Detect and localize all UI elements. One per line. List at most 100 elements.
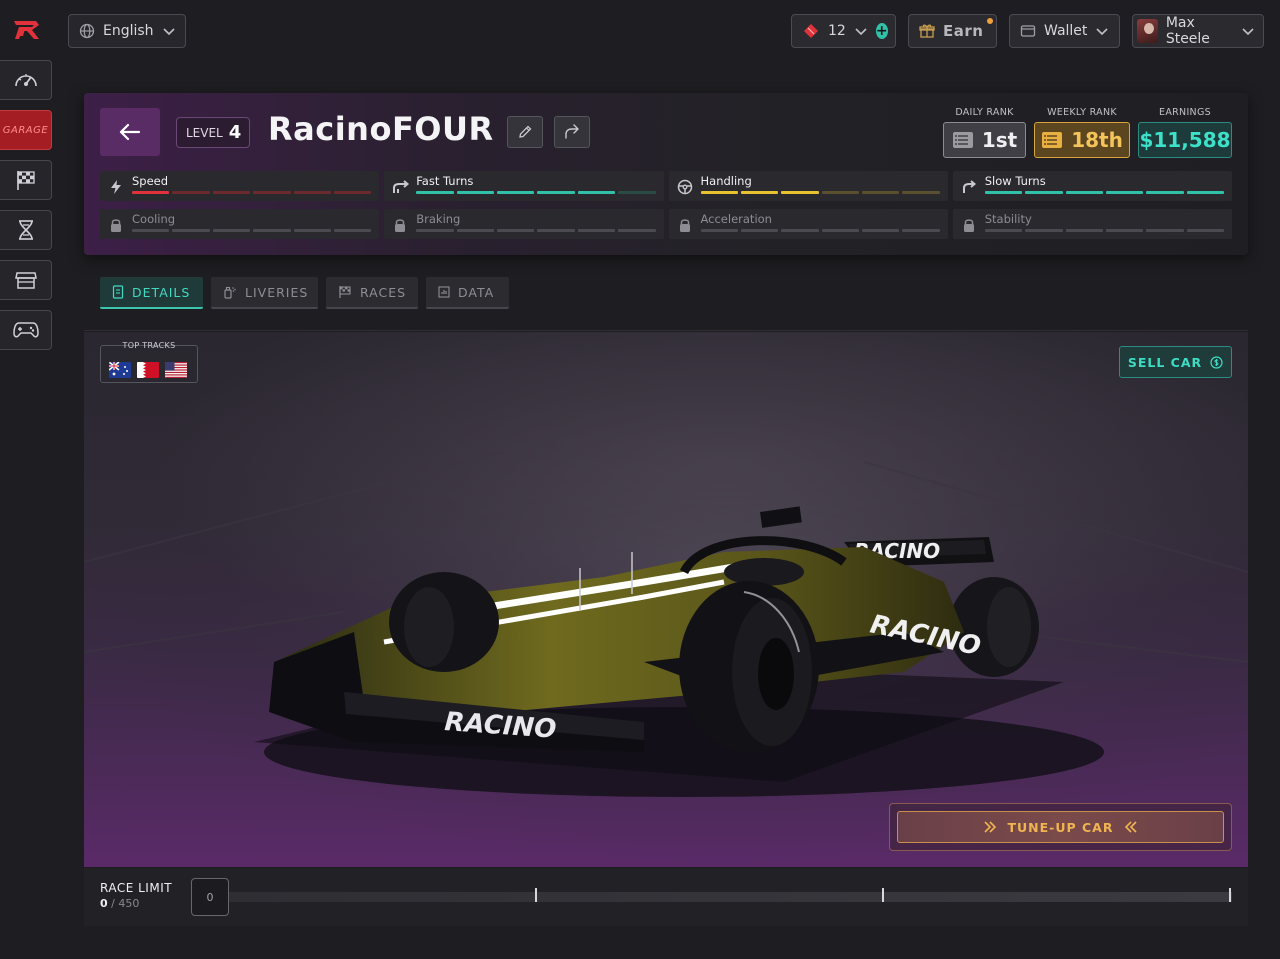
daily-rank-box: 1st: [943, 122, 1026, 158]
side-nav: GARAGE: [0, 60, 52, 350]
nav-item-garage[interactable]: GARAGE: [0, 110, 52, 150]
chevron-down-icon: [1095, 26, 1109, 36]
stat-bar-segment: [456, 191, 494, 194]
globe-icon: [79, 23, 95, 39]
user-menu[interactable]: Max Steele: [1132, 14, 1264, 48]
chevron-down-icon: [1241, 26, 1255, 36]
tab-details-label: DETAILS: [132, 284, 191, 300]
stat-bar-segment: [456, 229, 494, 232]
stat-bar-segment: [781, 191, 819, 194]
checkered-flag-icon: [15, 169, 37, 191]
double-chevron-left-icon: [1124, 821, 1138, 833]
tab-races[interactable]: RACES: [326, 277, 418, 309]
gift-icon: [919, 23, 935, 39]
stat-name: Speed: [132, 174, 169, 188]
nav-item-races[interactable]: [0, 160, 52, 200]
car-stats: Speed Fast Turns Handling Slow Turns Cooling…: [100, 171, 1232, 239]
stat-name: Slow Turns: [984, 174, 1046, 188]
stat-bar-segment: [172, 229, 210, 232]
dna-icon: [16, 219, 36, 241]
tab-liveries[interactable]: LIVERIES: [211, 277, 318, 309]
top-tracks-label: TOP TRACKS: [122, 341, 176, 350]
stat-bar-segment: [577, 229, 616, 232]
back-button[interactable]: [100, 108, 160, 156]
stat-bar-segment: [212, 191, 251, 194]
wallet-label: Wallet: [1044, 23, 1088, 39]
stat-stability: Stability: [952, 209, 1232, 239]
stat-bar: [700, 191, 940, 194]
share-car-button[interactable]: [554, 116, 590, 148]
race-limit-slider-handle[interactable]: 0: [191, 878, 229, 916]
stat-bar-segment: [293, 229, 331, 232]
stat-bar-segment: [253, 229, 291, 232]
stat-bar-segment: [1146, 229, 1184, 232]
chevron-down-icon: [854, 26, 868, 36]
tune-up-car-button[interactable]: TUNE-UP CAR: [897, 811, 1224, 843]
stat-bar-segment: [1105, 229, 1144, 232]
stat-bar-segment: [781, 229, 819, 232]
tab-details[interactable]: DETAILS: [100, 277, 203, 309]
stat-bar-segment: [740, 191, 779, 194]
wallet-dropdown[interactable]: Wallet: [1009, 14, 1120, 48]
rename-car-button[interactable]: [507, 116, 543, 148]
stat-cooling: Cooling: [100, 209, 380, 239]
earnings: EARNINGS $11,588: [1138, 107, 1232, 158]
level-badge: LEVEL 4: [176, 117, 250, 148]
nav-item-marketplace[interactable]: [0, 260, 52, 300]
sell-car-label: SELL CAR: [1127, 354, 1203, 370]
race-limit-track[interactable]: [229, 892, 1232, 902]
lock-icon: [677, 217, 693, 233]
car-viewer[interactable]: RACINO RACINO RACINO TOP TRACKS SELL CAR…: [84, 332, 1248, 867]
fast-turn-icon: [392, 179, 410, 195]
tickets-dropdown[interactable]: 12 +: [791, 14, 896, 48]
earnings-box: $11,588: [1138, 122, 1232, 158]
chevron-down-icon: [162, 26, 176, 36]
stat-bar-segment: [700, 229, 738, 232]
tab-liveries-label: LIVERIES: [245, 284, 309, 300]
slow-turn-icon: [961, 179, 977, 195]
earn-button[interactable]: Earn: [908, 14, 997, 48]
tabs-divider: [84, 330, 1248, 331]
stat-bar-segment: [172, 191, 210, 194]
weekly-rank: WEEKLY RANK 18th: [1034, 107, 1130, 158]
tune-up-car-label: TUNE-UP CAR: [1007, 819, 1114, 835]
stat-bar-segment: [293, 191, 331, 194]
checkered-flag-icon: [338, 285, 352, 299]
bahrain-flag-icon[interactable]: [137, 362, 159, 378]
stat-bar-segment: [577, 191, 616, 194]
language-selector[interactable]: English: [68, 14, 186, 48]
racino-logo[interactable]: [12, 18, 42, 42]
steering-wheel-icon: [677, 179, 693, 195]
add-tickets-icon[interactable]: +: [875, 23, 888, 39]
pencil-icon: [517, 124, 533, 140]
stat-bar-segment: [618, 229, 656, 232]
stat-bar: [132, 229, 372, 232]
nav-item-dashboard[interactable]: [0, 60, 52, 100]
usa-flag-icon[interactable]: [165, 362, 187, 378]
stat-speed: Speed: [100, 171, 380, 201]
coin-icon: [1210, 355, 1223, 369]
stat-name: Fast Turns: [416, 174, 474, 188]
nav-item-breeding[interactable]: [0, 210, 52, 250]
level-value: 4: [228, 122, 242, 143]
sell-car-button[interactable]: SELL CAR: [1119, 346, 1232, 378]
stat-bar-segment: [416, 229, 454, 232]
tab-data[interactable]: DATA: [426, 277, 509, 309]
share-arrow-icon: [563, 124, 581, 140]
stat-bar-segment: [333, 191, 372, 194]
stat-bar-segment: [740, 229, 779, 232]
leaderboard-icon: [952, 131, 974, 149]
lock-icon: [961, 217, 977, 233]
race-limit-current: 0: [100, 897, 108, 910]
stat-bar-segment: [902, 229, 940, 232]
tune-up-panel: TUNE-UP CAR: [889, 803, 1232, 851]
chart-icon: [438, 286, 450, 298]
australia-flag-icon[interactable]: [109, 362, 131, 378]
nav-item-games[interactable]: [0, 310, 52, 350]
stat-bar: [700, 229, 940, 232]
daily-rank-value: 1st: [981, 128, 1018, 152]
stat-acceleration: Acceleration: [668, 209, 948, 239]
stat-bar-segment: [984, 191, 1023, 194]
stat-bar-segment: [253, 191, 291, 194]
stat-bar-segment: [1025, 191, 1063, 194]
